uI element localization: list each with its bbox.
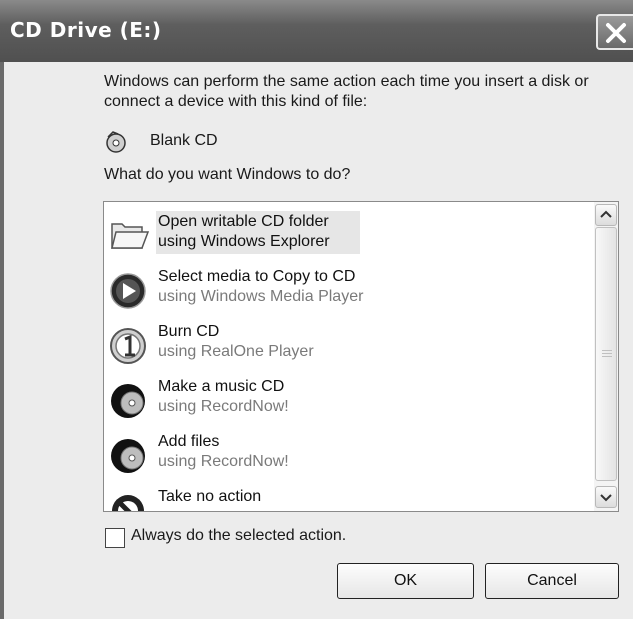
window-title: CD Drive (E:)	[10, 18, 162, 42]
action-title: Select media to Copy to CD	[158, 268, 356, 285]
list-item[interactable]: Add files using RecordNow!	[104, 422, 594, 477]
list-item[interactable]: Take no action	[104, 477, 594, 511]
title-bar: CD Drive (E:)	[0, 0, 633, 62]
action-subtitle: using RealOne Player	[158, 343, 314, 360]
dialog-description: Windows can perform the same action each…	[104, 73, 589, 110]
list-item[interactable]: Select media to Copy to CD using Windows…	[104, 257, 594, 312]
action-subtitle: using RecordNow!	[158, 398, 289, 415]
action-title: Take no action	[158, 488, 262, 505]
chevron-down-icon	[600, 494, 612, 502]
list-scrollbar[interactable]	[594, 202, 618, 511]
recordnow-icon	[111, 439, 145, 473]
ok-button[interactable]: OK	[337, 563, 474, 599]
media-type-label: Blank CD	[150, 132, 218, 149]
close-button[interactable]	[596, 14, 633, 50]
window-border	[0, 62, 4, 619]
close-icon	[606, 23, 626, 43]
chevron-up-icon	[600, 210, 612, 218]
action-title: Add files	[158, 433, 220, 450]
action-subtitle: using Windows Media Player	[158, 288, 364, 305]
folder-icon	[111, 223, 150, 249]
realone-icon	[110, 328, 146, 364]
action-list[interactable]: Open writable CD folder using Windows Ex…	[103, 201, 619, 512]
question-label: What do you want Windows to do?	[104, 166, 351, 183]
autoplay-dialog: CD Drive (E:) Windows can perform the sa…	[0, 0, 633, 619]
action-title: Make a music CD	[158, 378, 285, 395]
list-item[interactable]: Make a music CD using RecordNow!	[104, 367, 594, 422]
list-item[interactable]: Burn CD using RealOne Player	[104, 312, 594, 367]
scroll-down-button[interactable]	[595, 486, 617, 508]
scroll-grip	[602, 350, 612, 358]
scroll-thumb[interactable]	[595, 227, 617, 481]
action-title: Burn CD	[158, 323, 220, 340]
recordnow-icon	[111, 384, 145, 418]
always-checkbox-label[interactable]: Always do the selected action.	[131, 527, 346, 545]
list-item[interactable]: Open writable CD folder using Windows Ex…	[104, 202, 594, 257]
always-checkbox[interactable]	[105, 528, 125, 548]
action-title: Open writable CD folder	[158, 213, 329, 230]
media-player-icon	[110, 273, 146, 309]
blank-cd-icon	[106, 131, 126, 153]
action-subtitle: using Windows Explorer	[158, 233, 330, 250]
no-action-icon	[112, 495, 144, 511]
cancel-button[interactable]: Cancel	[485, 563, 619, 599]
scroll-up-button[interactable]	[595, 204, 617, 226]
action-subtitle: using RecordNow!	[158, 453, 289, 470]
